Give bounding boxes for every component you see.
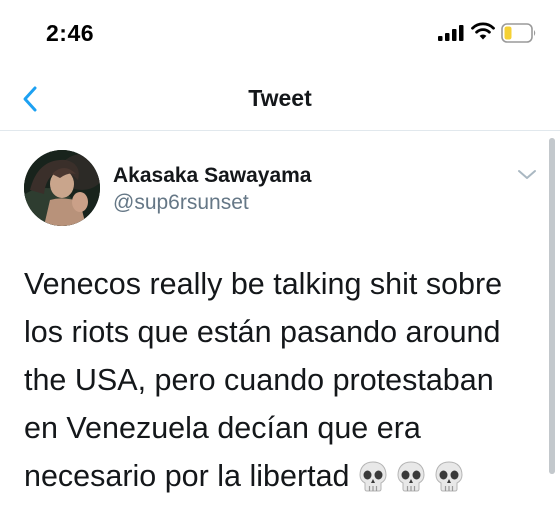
page-title: Tweet — [248, 85, 312, 111]
tweet-text-line: Venecos really be talking shit sobre — [24, 267, 503, 301]
tweet-text-line: the USA, pero cuando protestaban — [24, 363, 494, 397]
chevron-down-icon — [518, 170, 536, 179]
scrollbar-thumb[interactable] — [549, 138, 555, 474]
tweet-text-line-content: necesario por la libertad — [24, 459, 350, 493]
status-time: 2:46 — [46, 20, 95, 46]
tweet-text: Venecos really be talking shit sobre los… — [24, 260, 529, 500]
author-display-name[interactable]: Akasaka Sawayama — [113, 164, 312, 188]
skull-emoji-group — [358, 459, 464, 493]
tweet-text-line: los riots que están pasando around — [24, 315, 501, 349]
battery-icon — [501, 23, 536, 43]
scrollbar[interactable] — [549, 138, 555, 474]
skull-emoji — [435, 461, 463, 492]
status-bar: 2:46 — [0, 0, 560, 64]
navigation-bar: Tweet — [0, 68, 560, 131]
skull-emoji — [359, 461, 387, 492]
tweet-options-button[interactable] — [514, 165, 540, 185]
cellular-signal-icon — [438, 25, 464, 41]
wifi-icon — [471, 22, 495, 40]
author-handle[interactable]: @sup6rsunset — [113, 191, 249, 215]
avatar[interactable] — [24, 150, 100, 226]
skull-emoji — [397, 461, 425, 492]
profile-photo — [24, 150, 100, 226]
tweet-card: Akasaka Sawayama @sup6rsunset Venecos re… — [0, 131, 560, 514]
tweet-text-line: en Venezuela decían que era — [24, 411, 421, 445]
tweet-text-line: necesario por la libertad — [24, 452, 529, 500]
